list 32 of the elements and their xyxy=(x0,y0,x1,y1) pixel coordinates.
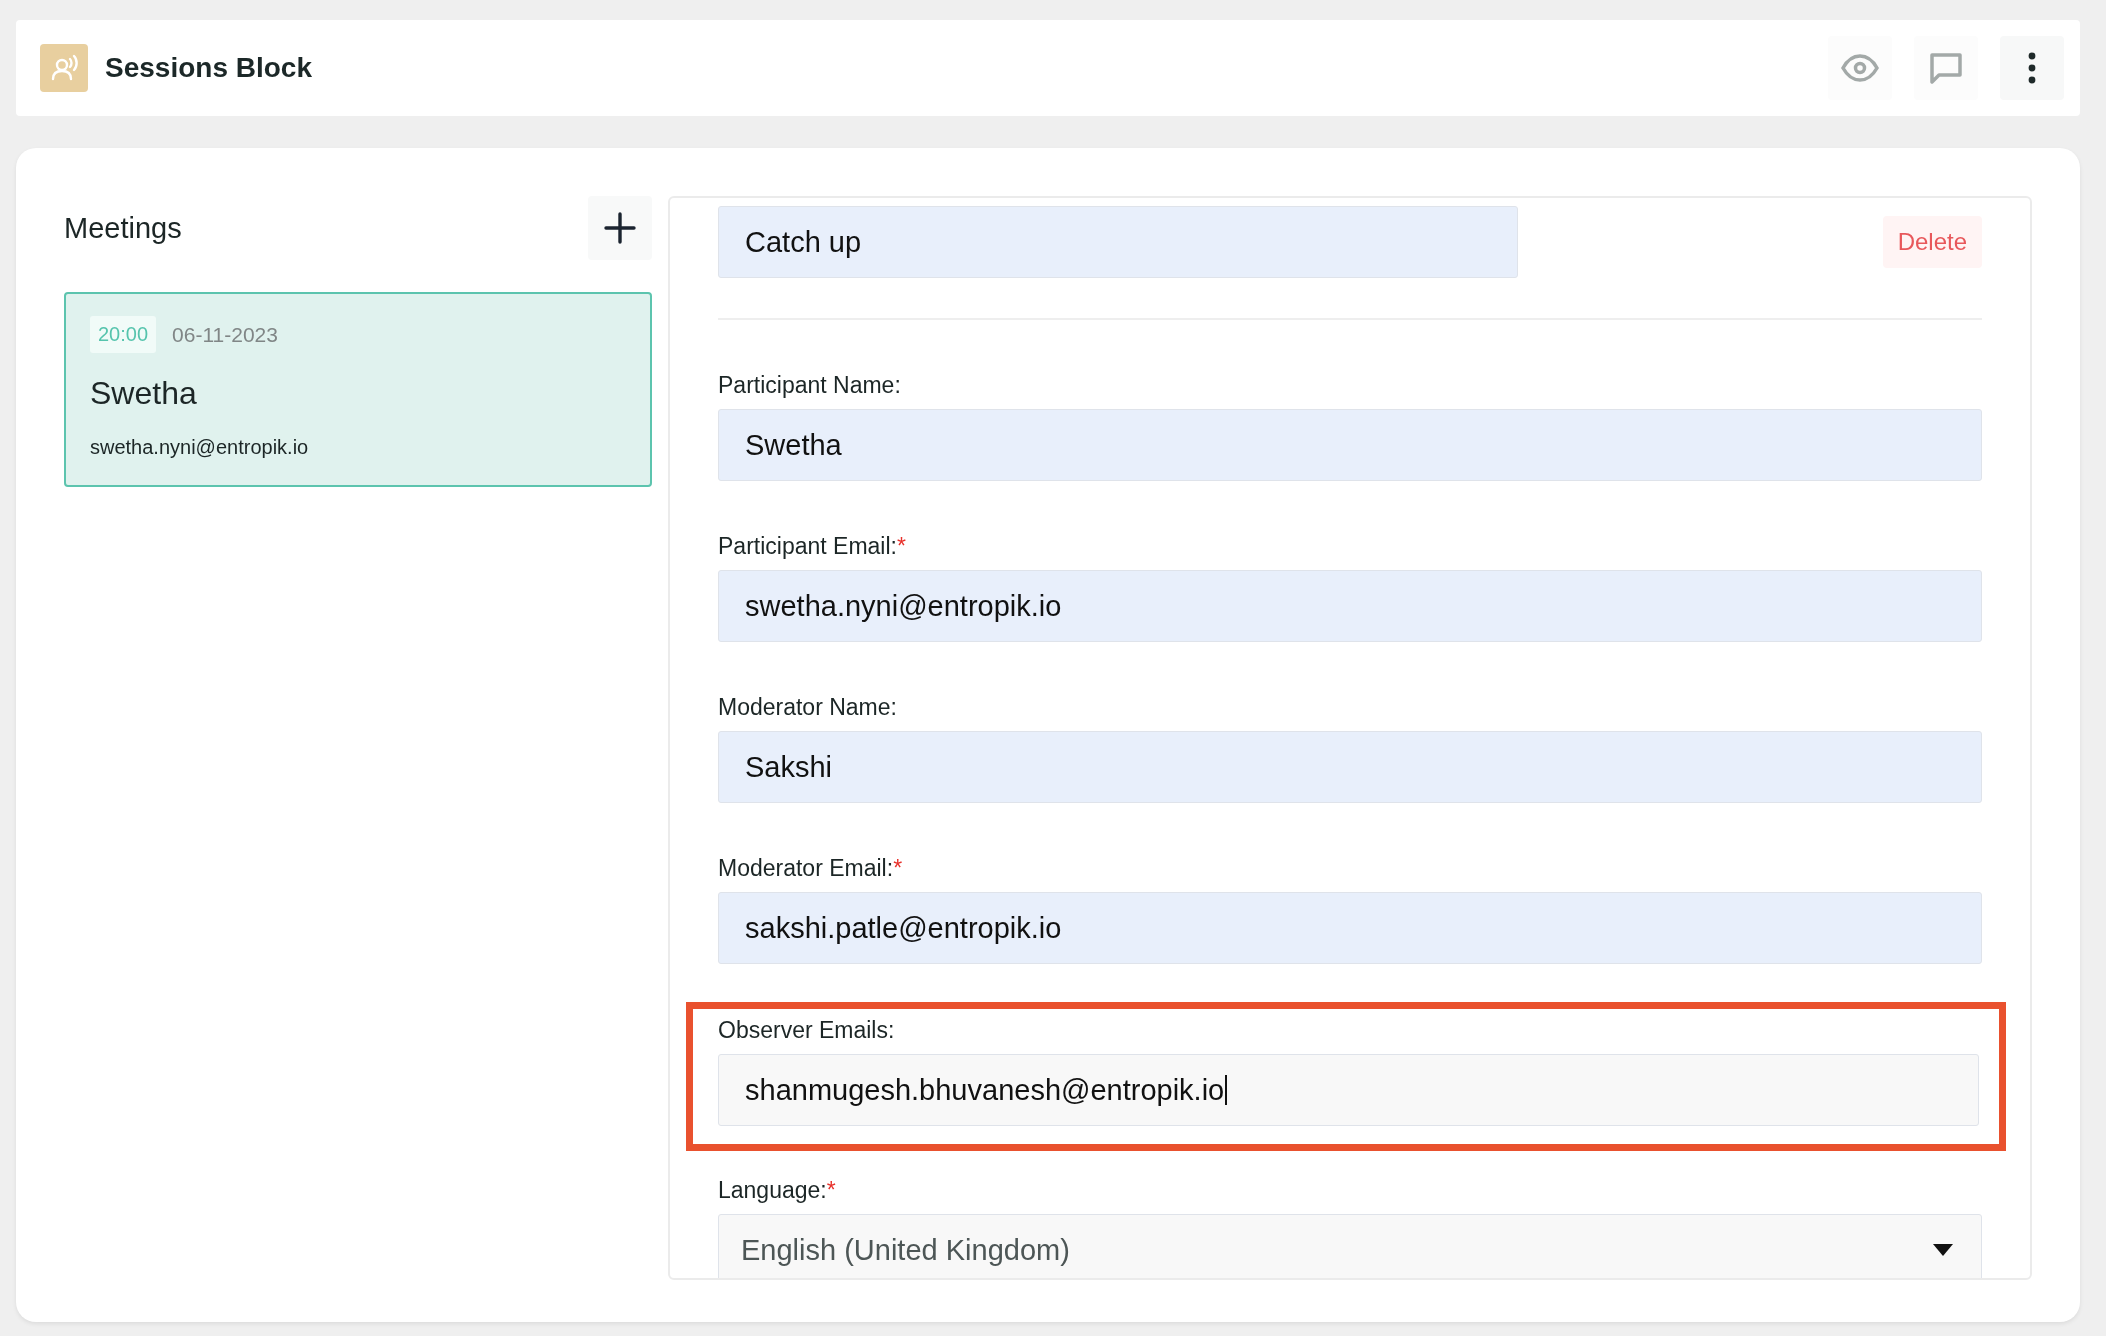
page-title: Sessions Block xyxy=(105,52,312,84)
add-button[interactable] xyxy=(588,196,652,260)
required-asterisk: * xyxy=(893,855,903,881)
input-field[interactable]: swetha.nyni@entropik.io xyxy=(718,570,1982,642)
session-name-field[interactable]: Catch up xyxy=(718,206,1518,278)
time-badge: 20:00 xyxy=(90,316,157,353)
field-label: Moderator Email: xyxy=(718,855,894,881)
input-field[interactable]: Sakshi xyxy=(718,731,1982,803)
field-label: Observer Emails: xyxy=(718,1017,895,1043)
speech-bubble-icon xyxy=(1928,50,1964,86)
more-options-button[interactable] xyxy=(2000,36,2064,100)
dropdown-caret-icon xyxy=(1933,1244,1953,1256)
field-label: Participant Email: xyxy=(718,533,897,559)
plus-icon xyxy=(604,212,636,244)
kebab-menu-icon xyxy=(2027,52,2037,84)
input-field[interactable]: shanmugesh.bhuvanesh@entropik.io xyxy=(718,1054,1979,1126)
required-asterisk: * xyxy=(896,533,906,559)
input-field[interactable]: Swetha xyxy=(718,409,1982,481)
person-broadcast-icon xyxy=(40,44,88,92)
participant-email: swetha.nyni@entropik.io xyxy=(90,436,310,459)
field-label: Language: xyxy=(718,1177,827,1203)
language-dropdown[interactable]: English (United Kingdom) xyxy=(718,1214,1982,1278)
meeting-date: 06-11-2023 xyxy=(172,322,278,347)
required-asterisk: * xyxy=(826,1177,836,1203)
meetings-heading: Meetings xyxy=(64,211,182,245)
participant-name: Swetha xyxy=(90,375,198,412)
meeting-card[interactable]: 20:00 06-11-2023 Swetha swetha.nyni@entropik.io xyxy=(64,292,652,487)
eye-icon xyxy=(1840,54,1880,82)
input-field[interactable]: sakshi.patle@entropik.io xyxy=(718,892,1982,964)
field-label: Moderator Name: xyxy=(718,694,897,720)
field-label: Participant Name: xyxy=(718,372,901,398)
text-cursor xyxy=(1225,1075,1228,1105)
